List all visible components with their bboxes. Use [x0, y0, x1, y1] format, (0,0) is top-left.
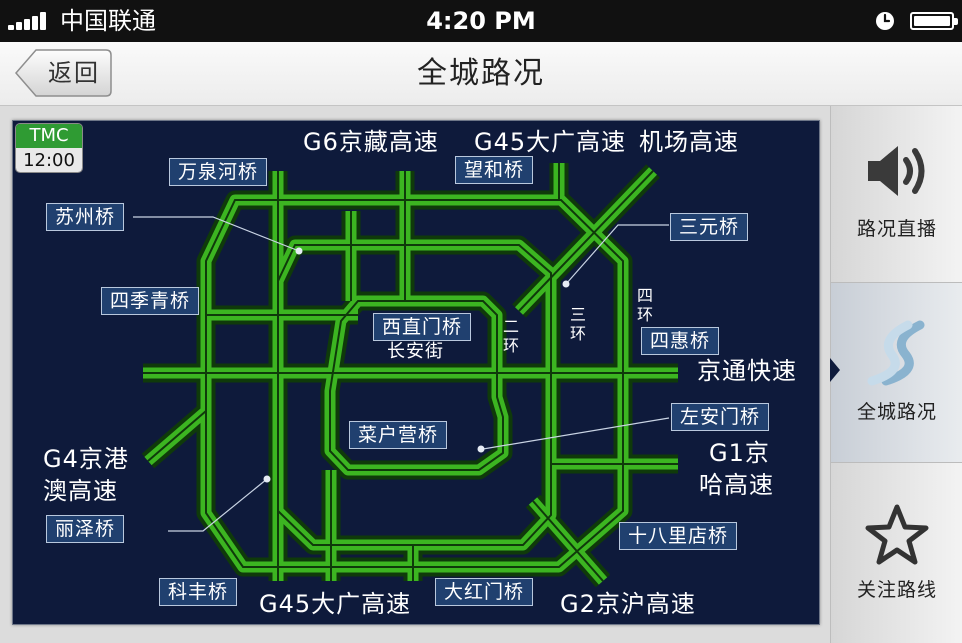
page-title: 全城路况 [417, 56, 545, 91]
traffic-map[interactable]: TMC 12:00 G6京藏高速 G45大广高速 机场高速 京通快速 G4京港 … [12, 120, 820, 625]
tmc-label: TMC [16, 124, 82, 148]
bridge-label-xizhimen[interactable]: 西直门桥 [373, 313, 472, 341]
road-label-g1: G1京 哈高速 [699, 437, 799, 501]
road-label-g1-line1: G1京 [709, 439, 770, 467]
tmc-update-time: 12:00 [16, 148, 82, 172]
status-bar: 中国联通 4:20 PM [0, 0, 962, 42]
tab-traffic-broadcast[interactable]: 路况直播 [831, 106, 962, 282]
road-label-airport: 机场高速 [639, 128, 739, 156]
tab-label-followed-routes: 关注路线 [856, 579, 937, 601]
status-time: 4:20 PM [426, 7, 536, 35]
bridge-label-shibalidian[interactable]: 十八里店桥 [619, 522, 738, 550]
zuoanmen-location-dot [477, 445, 485, 453]
bridge-label-wanquanhe[interactable]: 万泉河桥 [169, 158, 268, 186]
bridge-label-kefeng[interactable]: 科丰桥 [159, 578, 238, 606]
second-ring-label: 二 环 [501, 317, 521, 355]
tab-city-traffic[interactable]: 全城路况 [831, 283, 962, 462]
third-ring-label-char1: 三 [569, 305, 586, 324]
third-ring-label-char2: 环 [569, 324, 586, 343]
second-ring-label-char1: 二 [502, 317, 519, 336]
sanyuan-location-dot [562, 280, 570, 288]
road-label-g4: G4京港 澳高速 [43, 443, 143, 507]
tab-label-city-traffic: 全城路况 [856, 401, 937, 423]
bridge-label-sihui[interactable]: 四惠桥 [641, 327, 720, 355]
bridge-label-sanyuan[interactable]: 三元桥 [670, 213, 749, 241]
bridge-label-zuoanmen[interactable]: 左安门桥 [671, 403, 770, 431]
road-label-g4-line2: 澳高速 [43, 477, 118, 505]
suzhou-location-dot [295, 247, 303, 255]
tab-label-traffic-broadcast: 路况直播 [856, 218, 937, 240]
lize-location-dot [263, 475, 271, 483]
bridge-label-suzhou[interactable]: 苏州桥 [46, 203, 125, 231]
star-icon [831, 503, 962, 569]
bridge-label-dahongmen[interactable]: 大红门桥 [435, 578, 534, 606]
road-label-g1-line2: 哈高速 [699, 471, 774, 499]
alarm-icon [876, 12, 894, 30]
side-tab-bar: 路况直播 全城路况 关注路线 [830, 106, 962, 643]
road-label-jingtong: 京通快速 [697, 357, 797, 385]
fourth-ring-label-char1: 四 [636, 286, 653, 305]
fourth-ring-label: 四 环 [635, 286, 655, 324]
bridge-label-caihuying[interactable]: 菜户营桥 [349, 421, 448, 449]
road-curve-icon [831, 317, 962, 391]
tab-followed-routes[interactable]: 关注路线 [831, 463, 962, 643]
road-label-g4-line1: G4京港 [43, 445, 129, 473]
third-ring-label: 三 环 [568, 305, 588, 343]
road-label-g6: G6京藏高速 [303, 128, 439, 156]
street-label-changan: 长安街 [387, 341, 444, 362]
road-label-g2: G2京沪高速 [560, 590, 696, 618]
speaker-icon [831, 140, 962, 206]
road-label-g45-north: G45大广高速 [474, 128, 627, 156]
tmc-badge: TMC 12:00 [15, 123, 83, 173]
bridge-label-lize[interactable]: 丽泽桥 [46, 515, 125, 543]
second-ring-label-char2: 环 [502, 336, 519, 355]
road-label-g45-south: G45大广高速 [259, 590, 412, 618]
battery-icon [910, 12, 958, 30]
fourth-ring-label-char2: 环 [636, 305, 653, 324]
bridge-label-siji[interactable]: 四季青桥 [101, 287, 200, 315]
bridge-label-wanghe[interactable]: 望和桥 [455, 156, 534, 184]
active-tab-pointer [830, 358, 840, 382]
